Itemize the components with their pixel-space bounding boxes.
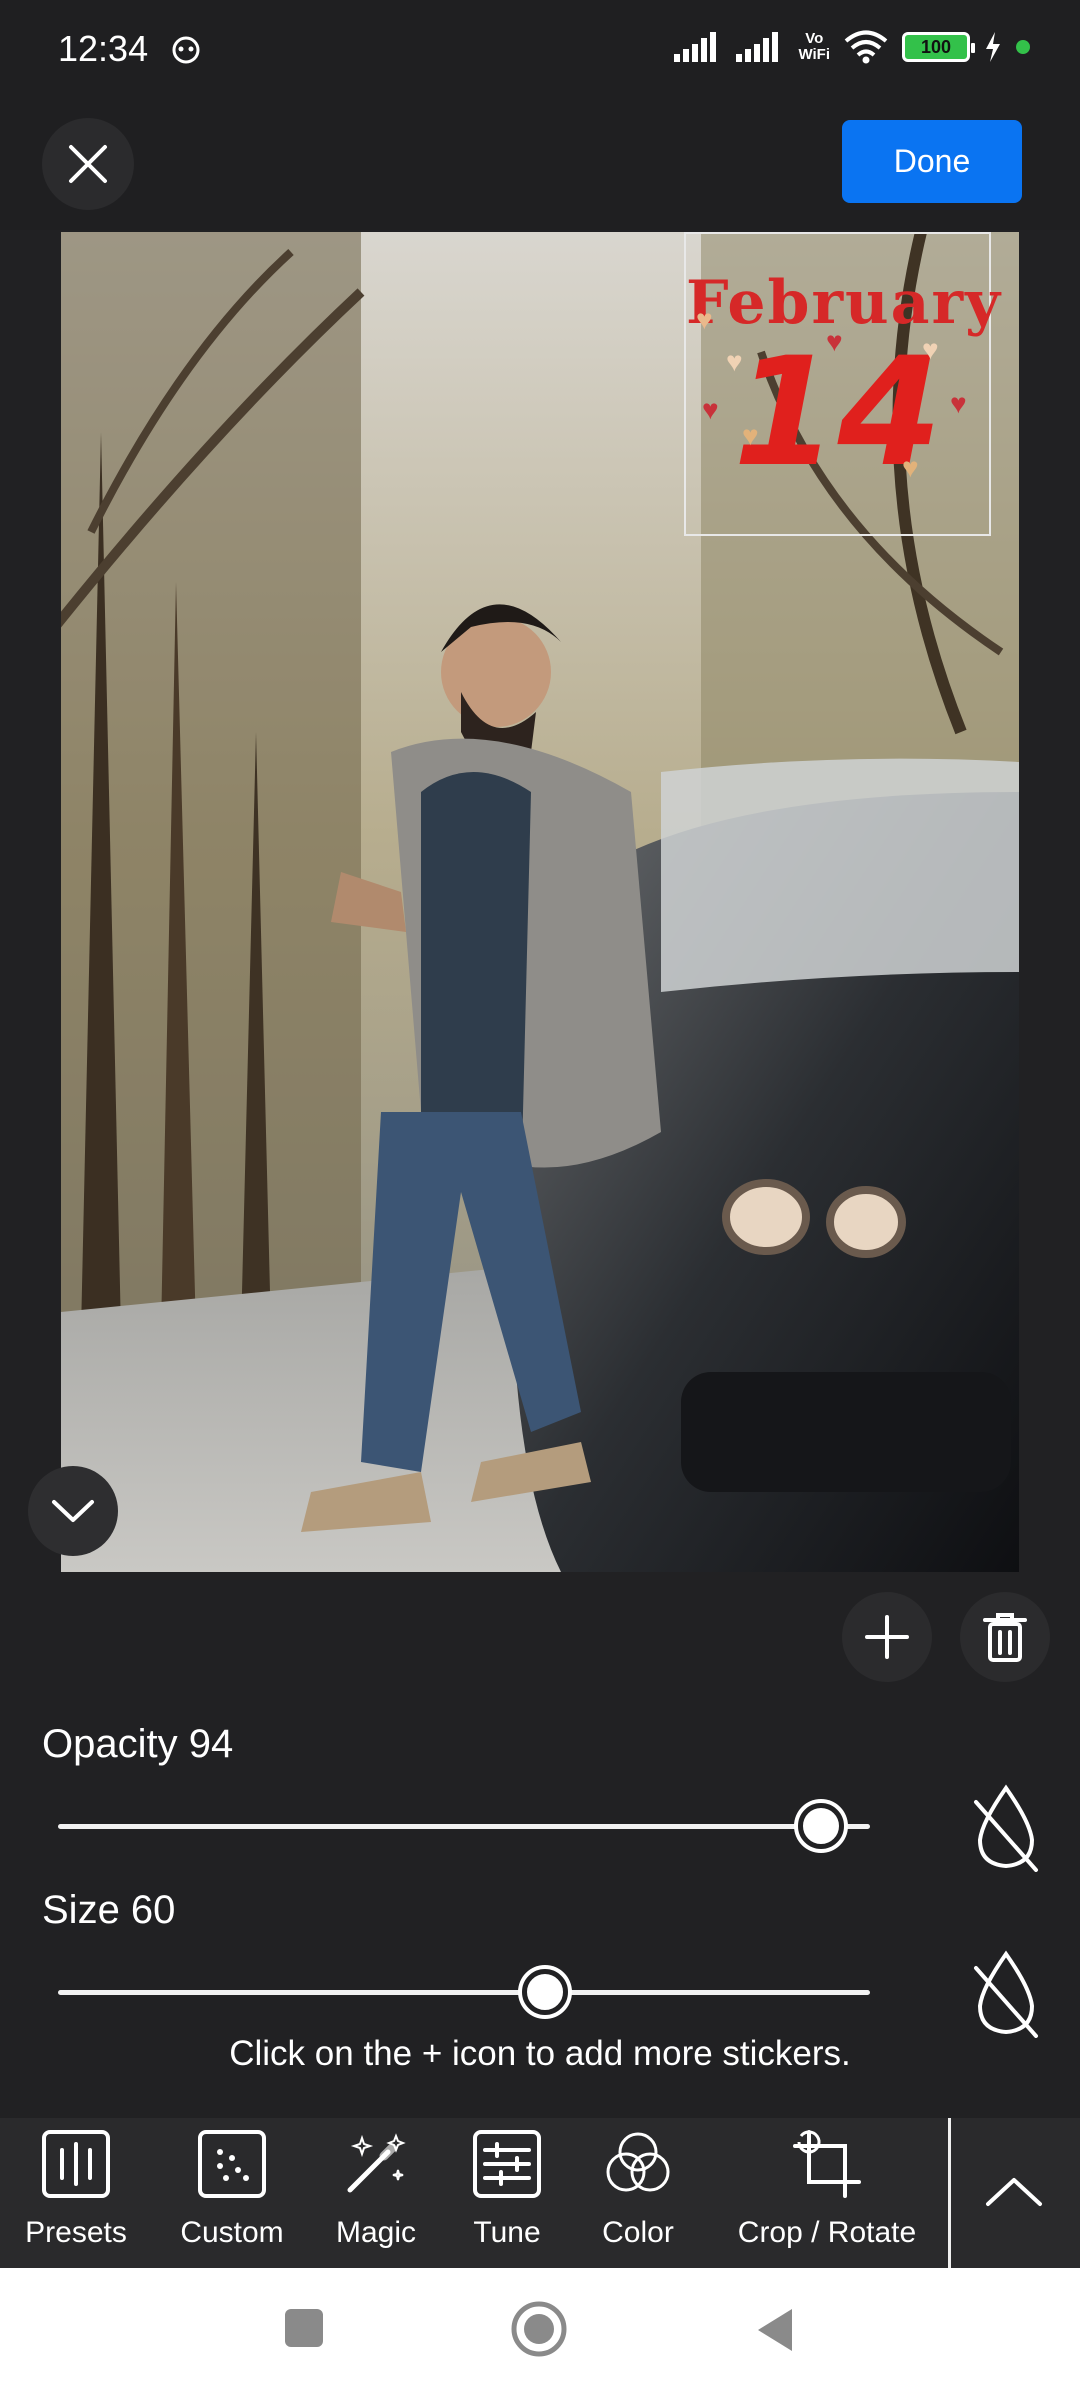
heart-icon: ♥ bbox=[726, 346, 743, 377]
toolbar-divider bbox=[948, 2118, 951, 2268]
editor-header: Done bbox=[0, 100, 1080, 230]
tool-custom[interactable]: Custom bbox=[170, 2128, 294, 2258]
heart-icon: ♥ bbox=[826, 326, 843, 357]
trash-icon bbox=[983, 1613, 1027, 1662]
close-button[interactable] bbox=[42, 118, 134, 210]
sticker-selection[interactable]: February 14 ♥ ♥ ♥ ♥ ♥ ♥ ♥ ♥ bbox=[684, 232, 1000, 536]
tool-label: Custom bbox=[180, 2216, 284, 2249]
collapse-button[interactable] bbox=[28, 1466, 118, 1556]
size-slider-thumb[interactable] bbox=[522, 1969, 569, 2015]
tool-label: Tune bbox=[473, 2216, 541, 2249]
color-icon bbox=[606, 2132, 670, 2192]
tool-label: Magic bbox=[335, 2216, 417, 2249]
signal-icon bbox=[736, 32, 779, 62]
status-icons: Vo WiFi 100 bbox=[674, 30, 1030, 64]
tool-crop-rotate[interactable]: Crop / Rotate bbox=[722, 2128, 932, 2258]
delete-sticker-button[interactable] bbox=[960, 1592, 1050, 1682]
tool-presets[interactable]: Presets bbox=[20, 2128, 132, 2258]
tool-label: Color bbox=[602, 2216, 674, 2249]
tool-label: Presets bbox=[25, 2216, 127, 2249]
signal-icon bbox=[674, 32, 717, 62]
dot-icon bbox=[1016, 40, 1030, 54]
size-label: Size 60 bbox=[42, 1888, 176, 1932]
opacity-reset-icon[interactable] bbox=[970, 1782, 1042, 1872]
tool-magic[interactable]: Magic bbox=[326, 2128, 426, 2258]
add-sticker-button[interactable] bbox=[842, 1592, 932, 1682]
heart-icon: ♥ bbox=[950, 388, 967, 419]
size-slider[interactable] bbox=[58, 1969, 870, 2015]
tune-icon bbox=[473, 2130, 541, 2198]
heart-icon: ♥ bbox=[742, 420, 759, 451]
hint-text: Click on the + icon to add more stickers… bbox=[229, 2034, 851, 2073]
chevron-up-icon[interactable] bbox=[980, 2158, 1048, 2226]
heart-icon: ♥ bbox=[702, 394, 719, 425]
heart-icon: ♥ bbox=[902, 452, 919, 483]
presets-icon bbox=[42, 2130, 110, 2198]
tool-tune[interactable]: Tune bbox=[460, 2128, 554, 2258]
opacity-slider-thumb[interactable] bbox=[798, 1803, 845, 1849]
crop-rotate-icon bbox=[793, 2130, 861, 2198]
magic-wand-icon bbox=[347, 2133, 406, 2193]
recents-icon[interactable] bbox=[282, 2306, 326, 2350]
system-nav-bar bbox=[0, 2268, 1080, 2400]
tool-color[interactable]: Color bbox=[590, 2128, 686, 2258]
cat-face-icon bbox=[172, 36, 200, 64]
plus-icon bbox=[865, 1615, 909, 1659]
status-time: 12:34 bbox=[58, 28, 149, 69]
battery-icon: 100 bbox=[902, 32, 975, 62]
edit-toolbar: Presets Custom Magic Tune Color Crop / R… bbox=[0, 2118, 1080, 2268]
heart-icon: ♥ bbox=[696, 304, 713, 335]
tool-label: Crop / Rotate bbox=[737, 2216, 917, 2249]
heart-icon: ♥ bbox=[922, 334, 939, 365]
home-icon[interactable] bbox=[510, 2300, 568, 2358]
done-button[interactable]: Done bbox=[842, 120, 1022, 203]
wifi-icon bbox=[844, 30, 888, 64]
close-icon bbox=[69, 145, 107, 183]
opacity-label: Opacity 94 bbox=[42, 1722, 234, 1766]
status-bar: 12:34 Vo WiFi 100 bbox=[0, 0, 1080, 100]
custom-icon bbox=[198, 2130, 266, 2198]
opacity-slider[interactable] bbox=[58, 1803, 870, 1849]
size-reset-icon[interactable] bbox=[970, 1948, 1042, 2038]
back-icon[interactable] bbox=[752, 2306, 796, 2354]
vowifi-indicator: Vo WiFi bbox=[798, 30, 830, 63]
chevron-down-icon bbox=[52, 1500, 94, 1522]
charging-icon bbox=[986, 32, 1000, 62]
